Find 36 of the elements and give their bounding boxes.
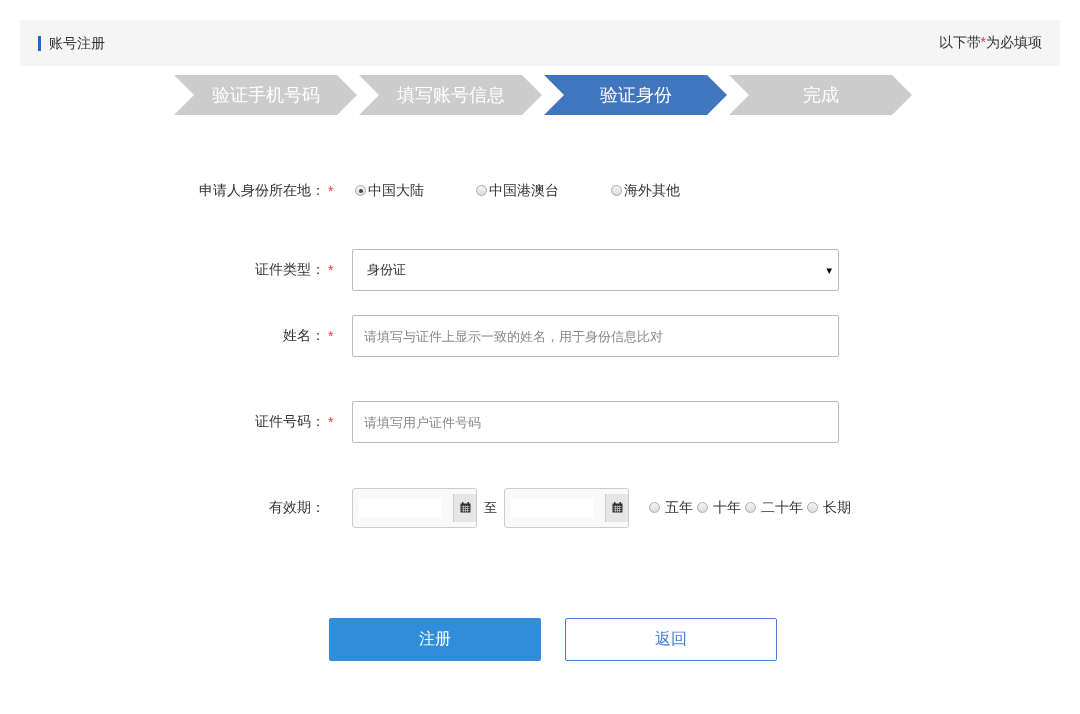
field-label: 证件号码： [255,413,325,431]
field-label: 证件类型： [255,261,325,279]
calendar-icon[interactable] [605,493,628,522]
radio-icon[interactable] [807,502,818,513]
field-label: 姓名： [283,327,325,345]
radio-option[interactable]: 长期 [807,498,851,517]
radio-icon[interactable] [476,185,487,196]
radio-option[interactable]: 二十年 [745,498,803,517]
required-asterisk: * [328,414,335,430]
required-asterisk: * [328,182,335,199]
back-button[interactable]: 返回 [565,618,777,661]
required-note: 以下带*为必填项 [938,34,1042,52]
radio-option[interactable]: 十年 [697,498,741,517]
radio-icon[interactable] [611,185,622,196]
input-field[interactable]: 请填写与证件上显示一致的姓名，用于身份信息比对 [352,315,839,357]
radio-option[interactable]: 海外其他 [611,181,680,200]
range-separator: 至 [484,498,497,517]
radio-icon[interactable] [355,185,366,196]
radio-icon[interactable] [649,502,660,513]
required-asterisk: * [328,262,335,278]
radio-option[interactable]: 中国大陆 [355,181,424,200]
register-button[interactable]: 注册 [329,618,541,661]
date-field[interactable] [504,487,629,528]
required-asterisk: * [328,328,335,344]
date-field[interactable] [352,487,477,528]
field-label: 有效期： [269,498,325,517]
radio-icon[interactable] [697,502,708,513]
radio-option[interactable]: 中国港澳台 [476,181,559,200]
radio-option[interactable]: 五年 [649,498,693,517]
calendar-icon[interactable] [453,493,476,522]
field-label: 申请人身份所在地： [199,181,325,200]
caret-icon: ▾ [826,263,832,277]
page-title: 账号注册 [38,35,105,51]
select-field[interactable]: 身份证 ▾ [352,249,839,291]
input-field[interactable]: 请填写用户证件号码 [352,401,839,443]
radio-icon[interactable] [745,502,756,513]
